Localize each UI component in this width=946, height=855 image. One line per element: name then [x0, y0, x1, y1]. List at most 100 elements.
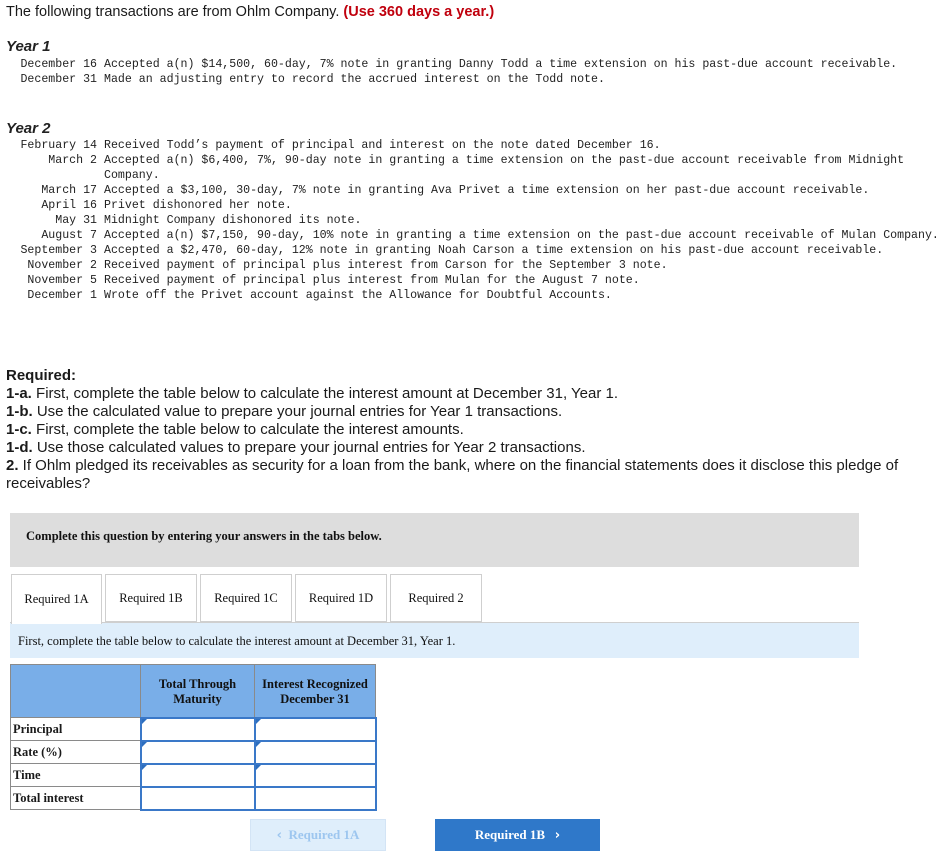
- required-item-text: Use the calculated value to prepare your…: [32, 403, 563, 420]
- total-interest-recognized-field[interactable]: [255, 789, 375, 807]
- rate-recognized-input[interactable]: [253, 739, 377, 765]
- required-item: 1-b. Use the calculated value to prepare…: [6, 403, 942, 421]
- transaction-row: February 14 Received Todd’s payment of p…: [4, 138, 944, 153]
- instruction-bar: First, complete the table below to calcu…: [10, 622, 859, 658]
- input-marker-icon: [141, 741, 147, 747]
- transaction-text: Received payment of principal plus inter…: [104, 274, 640, 287]
- required-item: 1-a. First, complete the table below to …: [6, 385, 942, 403]
- transaction-row: March 17 Accepted a $3,100, 30-day, 7% n…: [4, 183, 944, 198]
- transaction-date: November 5: [27, 274, 97, 287]
- transaction-row: April 16 Privet dishonored her note.: [4, 198, 944, 213]
- required-item-text: Use those calculated values to prepare y…: [32, 439, 586, 456]
- tab-required-1d[interactable]: Required 1D: [295, 574, 387, 622]
- principal-total-field[interactable]: [141, 720, 254, 738]
- transaction-text: Accepted a $2,470, 60-day, 12% note in g…: [104, 244, 884, 257]
- problem-intro: The following transactions are from Ohlm…: [6, 4, 494, 20]
- input-marker-icon: [141, 718, 147, 724]
- transaction-text: Received payment of principal plus inter…: [104, 259, 668, 272]
- transaction-row: May 31 Midnight Company dishonored its n…: [4, 213, 944, 228]
- previous-button-label: Required 1A: [288, 827, 360, 842]
- principal-total-input[interactable]: [139, 716, 256, 742]
- transaction-date: April 16: [41, 199, 97, 212]
- transaction-date: December 16: [20, 58, 97, 71]
- transaction-date: November 2: [27, 259, 97, 272]
- time-total-field[interactable]: [141, 766, 254, 784]
- year2-heading: Year 2: [6, 120, 51, 137]
- transaction-text: Accepted a(n) $6,400, 7%, 90-day note in…: [104, 154, 905, 182]
- answer-banner-text: Complete this question by entering your …: [26, 529, 382, 543]
- year1-heading: Year 1: [6, 38, 51, 55]
- input-marker-icon: [255, 718, 261, 724]
- row-label-total-interest: Total interest: [10, 786, 141, 810]
- transaction-text: Privet dishonored her note.: [104, 199, 292, 212]
- input-marker-icon: [141, 764, 147, 770]
- row-label-rate: Rate (%): [10, 740, 141, 764]
- next-button[interactable]: Required 1B ›: [435, 819, 600, 851]
- principal-recognized-input[interactable]: [253, 716, 377, 742]
- row-label-principal: Principal: [10, 717, 141, 741]
- transaction-row: December 16 Accepted a(n) $14,500, 60-da…: [4, 57, 944, 72]
- transaction-date: August 7: [41, 229, 97, 242]
- tab-required-2[interactable]: Required 2: [390, 574, 482, 622]
- required-item-number: 1-b.: [6, 403, 33, 420]
- intro-emphasis: (Use 360 days a year.): [343, 4, 495, 20]
- required-item: 1-d. Use those calculated values to prep…: [6, 439, 942, 457]
- rate-total-input[interactable]: [139, 739, 256, 765]
- chevron-right-icon: ›: [554, 827, 561, 843]
- required-item-text: First, complete the table below to calcu…: [31, 385, 619, 402]
- transaction-date: May 31: [55, 214, 97, 227]
- total-interest-total-input[interactable]: [139, 785, 256, 811]
- required-section: Required: 1-a. First, complete the table…: [6, 367, 942, 493]
- time-recognized-input[interactable]: [253, 762, 377, 788]
- principal-recognized-field[interactable]: [255, 720, 375, 738]
- instruction-text: First, complete the table below to calcu…: [18, 634, 456, 648]
- required-item-number: 1-d.: [6, 439, 33, 456]
- interest-table: Total Through Maturity Interest Recogniz…: [10, 664, 377, 811]
- transaction-date: September 3: [20, 244, 97, 257]
- required-item-number: 1-a.: [6, 385, 32, 402]
- transaction-date: February 14: [20, 139, 97, 152]
- year2-transactions: February 14 Received Todd’s payment of p…: [4, 138, 944, 303]
- tab-required-1a[interactable]: Required 1A: [11, 574, 102, 624]
- total-interest-total-field[interactable]: [141, 789, 254, 807]
- tab-required-1c[interactable]: Required 1C: [200, 574, 292, 622]
- column-header-interest: Interest Recognized December 31: [254, 664, 376, 718]
- required-item-text: If Ohlm pledged its receivables as secur…: [6, 457, 899, 492]
- intro-text: The following transactions are from Ohlm…: [6, 4, 344, 20]
- transaction-text: Accepted a $3,100, 30-day, 7% note in gr…: [104, 184, 870, 197]
- time-recognized-field[interactable]: [255, 766, 375, 784]
- transaction-text: Midnight Company dishonored its note.: [104, 214, 362, 227]
- input-marker-icon: [255, 741, 261, 747]
- transaction-text: Received Todd’s payment of principal and…: [104, 139, 661, 152]
- required-title: Required:: [6, 367, 77, 384]
- rate-total-field[interactable]: [141, 743, 254, 761]
- required-item-number: 2.: [6, 457, 19, 474]
- transaction-text: Wrote off the Privet account against the…: [104, 289, 612, 302]
- column-header-total: Total Through Maturity: [140, 664, 255, 718]
- transaction-row: September 3 Accepted a $2,470, 60-day, 1…: [4, 243, 944, 258]
- chevron-left-icon: ‹: [276, 827, 282, 843]
- transaction-row: March 2 Accepted a(n) $6,400, 7%, 90-day…: [4, 153, 944, 183]
- rate-recognized-field[interactable]: [255, 743, 375, 761]
- time-total-input[interactable]: [139, 762, 256, 788]
- next-button-label: Required 1B: [474, 827, 546, 842]
- required-item: 1-c. First, complete the table below to …: [6, 421, 942, 439]
- tab-required-1b[interactable]: Required 1B: [105, 574, 197, 622]
- total-interest-recognized-input[interactable]: [253, 785, 377, 811]
- required-item-number: 1-c.: [6, 421, 32, 438]
- year1-transactions: December 16 Accepted a(n) $14,500, 60-da…: [4, 57, 944, 87]
- input-marker-icon: [255, 764, 261, 770]
- previous-button[interactable]: ‹ Required 1A: [250, 819, 386, 851]
- answer-banner: Complete this question by entering your …: [10, 513, 859, 567]
- required-item: 2. If Ohlm pledged its receivables as se…: [6, 457, 942, 493]
- required-item-text: First, complete the table below to calcu…: [31, 421, 464, 438]
- transaction-date: December 31: [20, 73, 97, 86]
- table-corner-header: [10, 664, 141, 718]
- transaction-row: December 1 Wrote off the Privet account …: [4, 288, 944, 303]
- transaction-row: August 7 Accepted a(n) $7,150, 90-day, 1…: [4, 228, 944, 243]
- transaction-date: March 17: [41, 184, 97, 197]
- transaction-row: December 31 Made an adjusting entry to r…: [4, 72, 944, 87]
- transaction-date: December 1: [27, 289, 97, 302]
- transaction-row: November 5 Received payment of principal…: [4, 273, 944, 288]
- transaction-date: March 2: [48, 154, 97, 167]
